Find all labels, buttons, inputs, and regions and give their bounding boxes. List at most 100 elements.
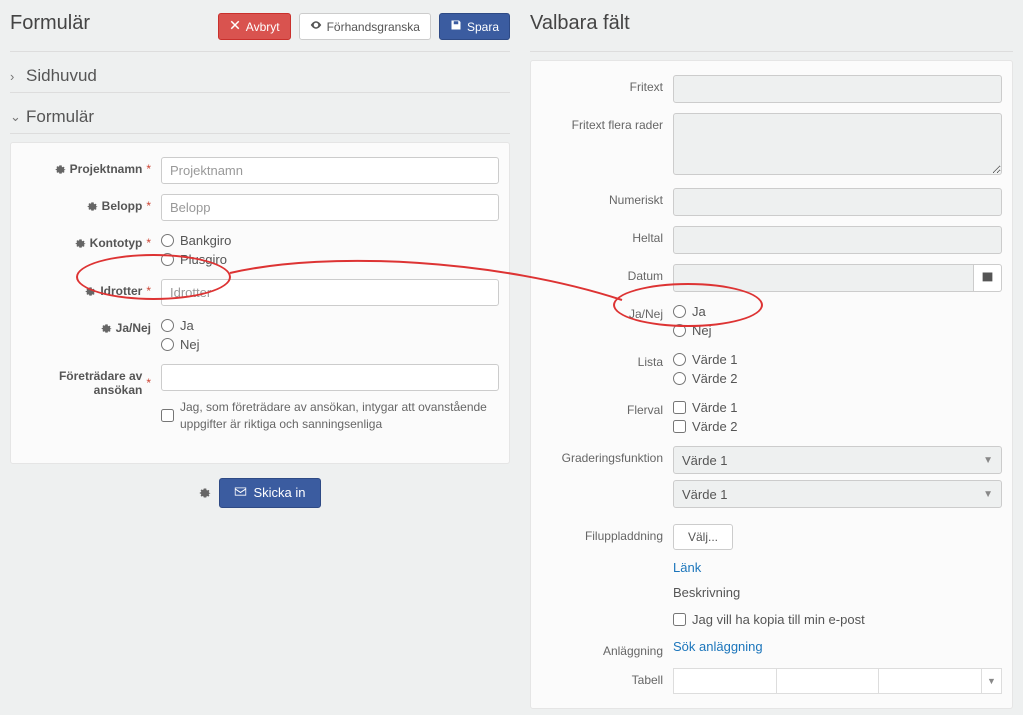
chevron-down-icon: ⌄	[10, 109, 24, 125]
idrotter-input[interactable]	[161, 279, 499, 306]
numeriskt-input[interactable]	[673, 188, 1002, 216]
lista-v2[interactable]: Värde 2	[673, 369, 1002, 388]
beskrivning-text: Beskrivning	[673, 585, 740, 600]
janej-nej[interactable]: Nej	[161, 335, 499, 354]
nej-radio[interactable]	[161, 338, 174, 351]
required-mark: *	[146, 376, 151, 390]
gradering-value-1: Värde 1	[682, 453, 728, 468]
kopia-checkbox[interactable]	[673, 613, 686, 626]
flerval-label: Flerval	[541, 398, 673, 417]
kontotyp-label: Kontotyp*	[21, 231, 161, 250]
datum-label: Datum	[541, 264, 673, 283]
section-formular[interactable]: ⌄ Formulär	[10, 101, 510, 134]
lista-v1[interactable]: Värde 1	[673, 350, 1002, 369]
belopp-labeltext: Belopp	[102, 199, 143, 213]
foretradare-checkbox[interactable]	[161, 409, 174, 422]
kopia-spacer	[541, 610, 673, 615]
right-janej-label: Ja/Nej	[541, 302, 673, 321]
header-buttons: Avbryt Förhandsgranska Spara	[218, 13, 510, 40]
foretradare-input[interactable]	[161, 364, 499, 391]
projektnamn-input[interactable]	[161, 157, 499, 184]
fritext-input[interactable]	[673, 75, 1002, 103]
heltal-input[interactable]	[673, 226, 1002, 254]
required-mark: *	[146, 162, 151, 176]
janej-ja[interactable]: Ja	[161, 316, 499, 335]
gear-icon[interactable]	[101, 323, 112, 334]
gear-icon[interactable]	[85, 286, 96, 297]
beskrivning-spacer	[541, 585, 673, 590]
projektnamn-label: Projektnamn*	[21, 157, 161, 176]
sidhuvud-label: Sidhuvud	[26, 66, 97, 86]
lank-link[interactable]: Länk	[673, 560, 701, 575]
gradering-select-1[interactable]: Värde 1 ▼	[673, 446, 1002, 474]
tabell-cell-1[interactable]	[673, 668, 777, 694]
bankgiro-label: Bankgiro	[180, 233, 231, 248]
tabell-cell-2[interactable]	[777, 668, 880, 694]
kontotyp-plusgiro[interactable]: Plusgiro	[161, 250, 499, 269]
left-title: Formulär	[10, 6, 90, 47]
preview-button[interactable]: Förhandsgranska	[299, 13, 431, 40]
flerval-v2-label: Värde 2	[692, 419, 738, 434]
anlaggning-link[interactable]: Sök anläggning	[673, 639, 763, 654]
right-title: Valbara fält	[530, 6, 630, 47]
abort-button[interactable]: Avbryt	[218, 13, 291, 40]
fritext-multi-input[interactable]	[673, 113, 1002, 175]
flerval-v1-check[interactable]	[673, 401, 686, 414]
submit-label: Skicka in	[253, 485, 305, 500]
right-janej-nej[interactable]: Nej	[673, 321, 1002, 340]
gear-icon[interactable]	[199, 487, 211, 499]
foretradare-check[interactable]: Jag, som företrädare av ansökan, intygar…	[161, 397, 499, 435]
abort-label: Avbryt	[246, 20, 280, 34]
flerval-v2[interactable]: Värde 2	[673, 417, 1002, 436]
ja-radio[interactable]	[161, 319, 174, 332]
projektnamn-labeltext: Projektnamn	[70, 162, 143, 176]
lank-spacer	[541, 560, 673, 565]
lista-v1-radio[interactable]	[673, 353, 686, 366]
gear-icon[interactable]	[75, 238, 86, 249]
flerval-v1[interactable]: Värde 1	[673, 398, 1002, 417]
section-sidhuvud[interactable]: › Sidhuvud	[10, 60, 510, 93]
tabell-label: Tabell	[541, 668, 673, 687]
janej-label: Ja/Nej	[21, 316, 161, 335]
bankgiro-radio[interactable]	[161, 234, 174, 247]
gear-icon[interactable]	[55, 164, 66, 175]
caret-down-icon: ▼	[987, 676, 996, 686]
foretradare-label: Företrädare av ansökan *	[21, 364, 161, 397]
gradering-label: Graderingsfunktion	[541, 446, 673, 465]
right-nej-radio[interactable]	[673, 324, 686, 337]
datum-input[interactable]	[673, 264, 974, 292]
tabell-row: ▼	[673, 668, 1002, 694]
gear-icon[interactable]	[87, 201, 98, 212]
tabell-cell-3[interactable]	[879, 668, 982, 694]
belopp-input[interactable]	[161, 194, 499, 221]
numeriskt-label: Numeriskt	[541, 188, 673, 207]
file-choose-button[interactable]: Välj...	[673, 524, 733, 550]
lista-v2-radio[interactable]	[673, 372, 686, 385]
belopp-label: Belopp*	[21, 194, 161, 213]
right-janej-ja[interactable]: Ja	[673, 302, 1002, 321]
caret-down-icon: ▼	[983, 455, 993, 466]
submit-button[interactable]: Skicka in	[219, 478, 320, 508]
plusgiro-radio[interactable]	[161, 253, 174, 266]
caret-down-icon: ▼	[983, 489, 993, 500]
left-header: Formulär Avbryt Förhandsgranska Spara	[10, 6, 510, 52]
save-button[interactable]: Spara	[439, 13, 510, 40]
formular-label: Formulär	[26, 107, 94, 127]
nej-label: Nej	[180, 337, 200, 352]
gradering-select-2[interactable]: Värde 1 ▼	[673, 480, 1002, 508]
lista-v2-label: Värde 2	[692, 371, 738, 386]
eye-icon	[310, 19, 322, 34]
chevron-right-icon: ›	[10, 69, 24, 84]
kopia-check-row[interactable]: Jag vill ha kopia till min e-post	[673, 610, 1002, 629]
kontotyp-bankgiro[interactable]: Bankgiro	[161, 231, 499, 250]
fritext-multi-label: Fritext flera rader	[541, 113, 673, 132]
heltal-label: Heltal	[541, 226, 673, 245]
tabell-dropdown[interactable]: ▼	[982, 668, 1002, 694]
foretradare-labeltext: Företrädare av ansökan	[21, 369, 142, 397]
flerval-v2-check[interactable]	[673, 420, 686, 433]
right-ja-radio[interactable]	[673, 305, 686, 318]
calendar-button[interactable]	[974, 264, 1002, 292]
fritext-label: Fritext	[541, 75, 673, 94]
gradering-value-2: Värde 1	[682, 487, 728, 502]
right-panel: Fritext Fritext flera rader Numeriskt He…	[530, 60, 1013, 709]
